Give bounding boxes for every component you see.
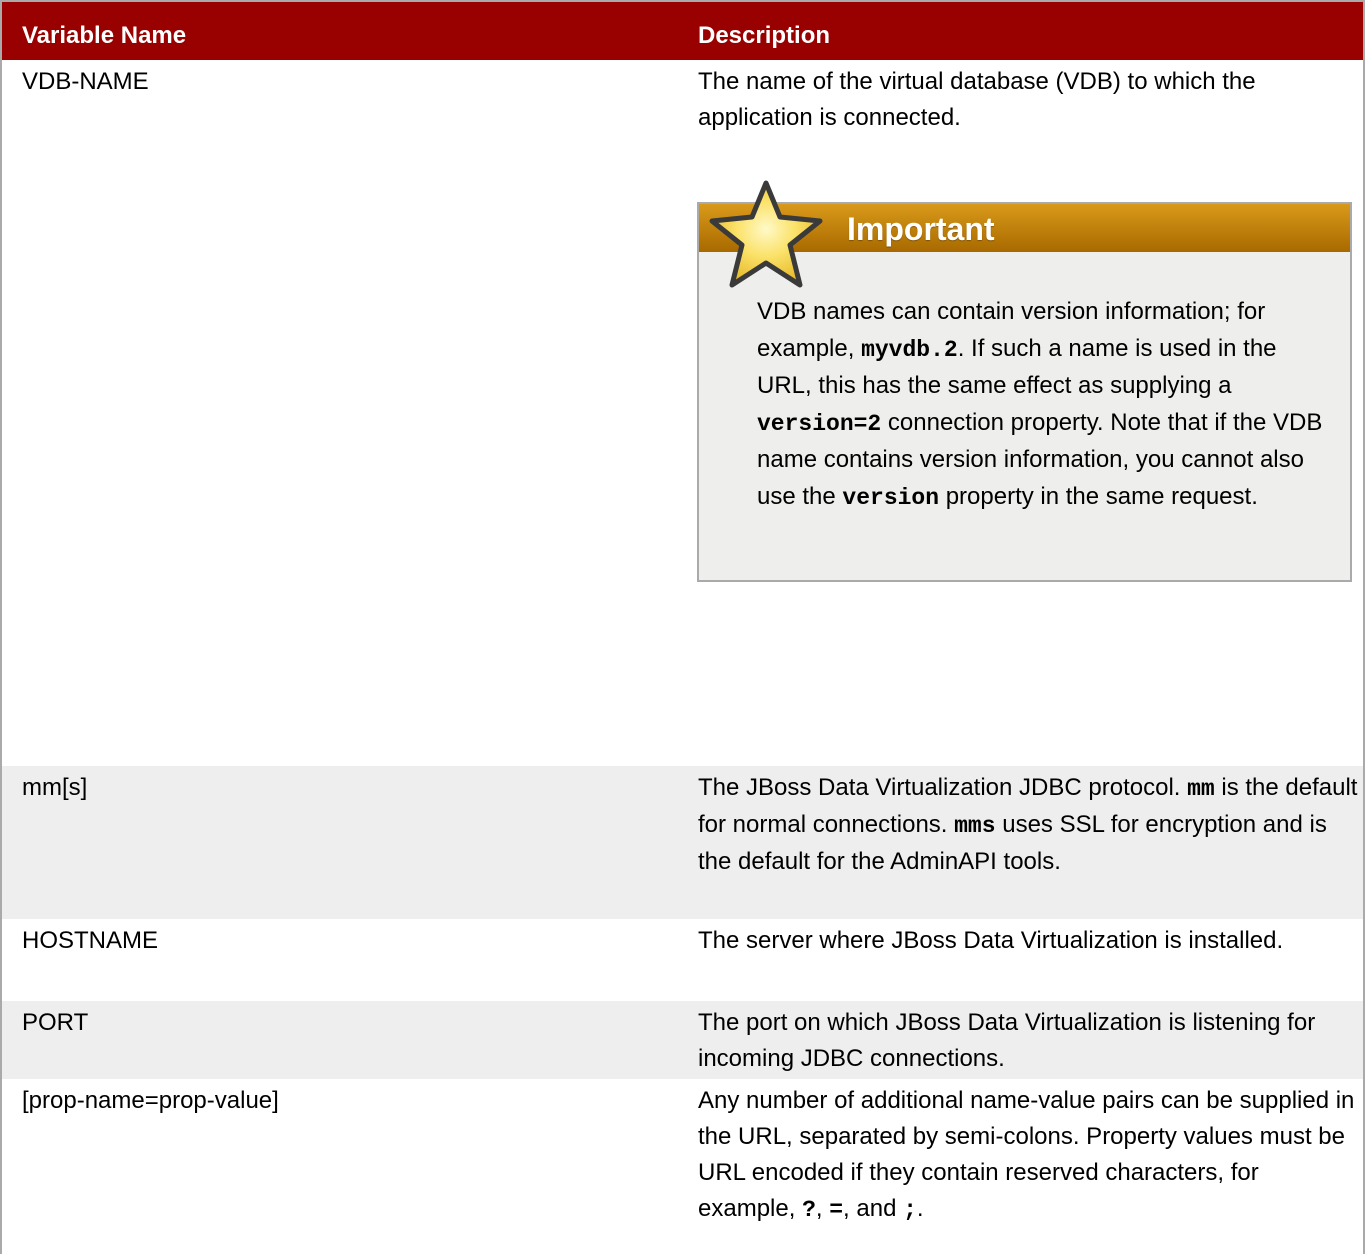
table-row-port: PORT The port on which JBoss Data Virtua… <box>2 1001 1363 1079</box>
admonition-text: property in the same request. <box>939 482 1258 510</box>
code-question-mark: ? <box>802 1197 816 1223</box>
desc-text: The JBoss Data Virtualization JDBC proto… <box>698 774 1188 801</box>
desc-text: , <box>815 1195 830 1222</box>
admonition-body: VDB names can contain version informatio… <box>757 294 1337 516</box>
code-mms: mms <box>954 813 996 839</box>
code-semicolon: ; <box>903 1197 917 1223</box>
cell-description: The JBoss Data Virtualization JDBC proto… <box>698 770 1358 880</box>
cell-description: The name of the virtual database (VDB) t… <box>698 68 1256 131</box>
table-row-protocol: mm[s] The JBoss Data Virtualization JDBC… <box>2 766 1363 919</box>
cell-description: The port on which JBoss Data Virtualizat… <box>698 1009 1316 1072</box>
table-row-properties: [prop-name=prop-value] Any number of add… <box>2 1079 1363 1254</box>
desc-text: . <box>916 1195 924 1222</box>
desc-text: , and <box>843 1195 904 1222</box>
code-version-2: version=2 <box>757 410 882 437</box>
cell-variable-name: mm[s] <box>22 774 88 801</box>
cell-variable-name: [prop-name=prop-value] <box>22 1087 279 1114</box>
table-row-hostname: HOSTNAME The server where JBoss Data Vir… <box>2 919 1363 1001</box>
cell-variable-name: VDB-NAME <box>22 68 149 95</box>
code-equals: = <box>829 1197 844 1223</box>
admonition-title: Important <box>847 211 995 247</box>
code-myvdb: myvdb.2 <box>861 336 958 363</box>
code-mm: mm <box>1187 776 1215 802</box>
code-version: version <box>842 484 940 511</box>
cell-description: Any number of additional name-value pair… <box>698 1083 1358 1228</box>
table-header: Variable Name Description <box>2 2 1363 60</box>
desc-text: Any number of additional name-value pair… <box>698 1087 1355 1222</box>
cell-variable-name: HOSTNAME <box>22 927 159 954</box>
variables-table: Variable Name Description VDB-NAME The n… <box>0 0 1365 1254</box>
cell-variable-name: PORT <box>22 1009 89 1036</box>
star-icon <box>709 180 823 288</box>
cell-description: The server where JBoss Data Virtualizati… <box>698 927 1284 954</box>
header-description: Description <box>698 22 831 49</box>
header-variable-name: Variable Name <box>22 22 187 49</box>
